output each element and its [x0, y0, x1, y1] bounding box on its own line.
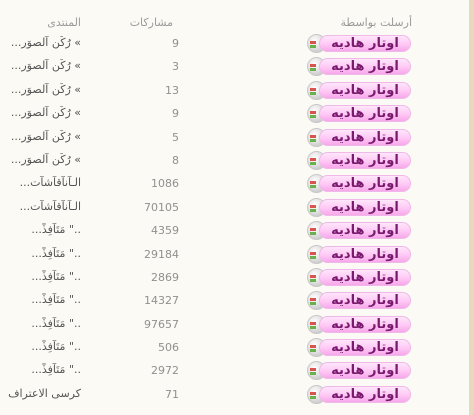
sender-link[interactable]: اوتار هاديه: [319, 151, 411, 169]
forum-link[interactable]: .." مَتَآفِذْ...: [0, 293, 81, 306]
posts-count: 9: [172, 37, 179, 50]
table-row: اوتار هاديه 97657 .." مَتَآفِذْ...: [0, 312, 469, 335]
sender-link[interactable]: اوتار هاديه: [319, 35, 411, 52]
forum-link[interactable]: .." مَتَآفِذْ...: [0, 363, 81, 376]
forum-link[interactable]: » رُكْن آلصوَر...: [0, 36, 81, 49]
posts-list: اوتار هاديه 9 » رُكْن آلصوَر... اوتار ها…: [0, 31, 469, 405]
table-row: اوتار هاديه 4359 .." مَتَآفِذْ...: [0, 218, 469, 241]
posts-count: 71: [165, 387, 179, 401]
sender-link[interactable]: اوتار هاديه: [319, 245, 411, 263]
table-row: اوتار هاديه 1086 الـآنآقآشآت...: [0, 171, 469, 194]
table-row: اوتار هاديه 14327 .." مَتَآفِذْ...: [0, 288, 469, 311]
forum-link[interactable]: .." مَتَآفِذْ...: [0, 247, 81, 260]
forum-link[interactable]: » رُكْن آلصوَر...: [0, 130, 81, 143]
forum-link[interactable]: .." مَتَآفِذْ...: [0, 317, 81, 330]
posts-count: 70105: [144, 200, 179, 214]
posts-count: 13: [165, 83, 179, 97]
sender-link[interactable]: اوتار هاديه: [319, 362, 411, 380]
posts-count: 29184: [144, 247, 179, 261]
posts-count: 4359: [151, 224, 179, 238]
posts-count: 97657: [144, 317, 179, 331]
forum-link[interactable]: .." مَتَآفِذْ...: [0, 223, 81, 236]
sender-link[interactable]: اوتار هاديه: [319, 222, 411, 240]
posts-count: 2869: [151, 270, 179, 284]
header-sender: أرسلت بواسطة: [340, 16, 412, 29]
posts-count: 5: [172, 130, 179, 144]
table-row: اوتار هاديه 5 » رُكْن آلصوَر...: [0, 125, 469, 148]
table-row: اوتار هاديه 506 .." مَتَآفِذْ...: [0, 335, 469, 358]
forum-link[interactable]: .." مَتَآفِذْ...: [0, 340, 81, 353]
forum-link[interactable]: الـآنآقآشآت...: [0, 176, 81, 189]
posts-count: 1086: [151, 177, 179, 191]
page-edge-border: [469, 0, 474, 415]
posts-count: 8: [172, 153, 179, 167]
table-row: اوتار هاديه 3 » رُكْن آلصوَر...: [0, 54, 469, 77]
recent-posts-panel: أرسلت بواسطة مشاركات المنتدى اوتار هاديه…: [0, 0, 469, 415]
table-row: اوتار هاديه 71 كرسى الاعتراف: [0, 382, 469, 405]
table-row: اوتار هاديه 8 » رُكْن آلصوَر...: [0, 148, 469, 171]
sender-link[interactable]: اوتار هاديه: [319, 339, 411, 357]
forum-link[interactable]: كرسى الاعتراف: [0, 387, 81, 400]
sender-link[interactable]: اوتار هاديه: [319, 198, 411, 216]
table-row: اوتار هاديه 29184 .." مَتَآفِذْ...: [0, 242, 469, 265]
sender-link[interactable]: اوتار هاديه: [319, 128, 411, 146]
sender-link[interactable]: اوتار هاديه: [319, 58, 411, 76]
posts-count: 2972: [151, 364, 179, 378]
sender-link[interactable]: اوتار هاديه: [319, 81, 411, 99]
forum-link[interactable]: » رُكْن آلصوَر...: [0, 83, 81, 96]
header-posts: مشاركات: [129, 16, 173, 29]
table-header: أرسلت بواسطة مشاركات المنتدى: [0, 0, 469, 32]
posts-count: 3: [172, 60, 179, 74]
posts-count: 506: [158, 341, 179, 355]
sender-link[interactable]: اوتار هاديه: [319, 268, 411, 286]
table-row: اوتار هاديه 9 » رُكْن آلصوَر...: [0, 101, 469, 124]
forum-link[interactable]: .." مَتَآفِذْ...: [0, 270, 81, 283]
table-row: اوتار هاديه 2869 .." مَتَآفِذْ...: [0, 265, 469, 288]
sender-link[interactable]: اوتار هاديه: [319, 385, 411, 403]
table-row: اوتار هاديه 70105 الـآنآقآشآت...: [0, 195, 469, 218]
forum-link[interactable]: الـآنآقآشآت...: [0, 200, 81, 213]
sender-link[interactable]: اوتار هاديه: [319, 315, 411, 333]
forum-link[interactable]: » رُكْن آلصوَر...: [0, 106, 81, 119]
forum-link[interactable]: » رُكْن آلصوَر...: [0, 59, 81, 72]
header-forum: المنتدى: [47, 16, 81, 29]
sender-link[interactable]: اوتار هاديه: [319, 175, 411, 193]
table-row: اوتار هاديه 9 » رُكْن آلصوَر...: [0, 31, 469, 54]
posts-count: 14327: [144, 294, 179, 308]
sender-link[interactable]: اوتار هاديه: [319, 292, 411, 310]
posts-count: 9: [172, 107, 179, 121]
table-row: اوتار هاديه 13 » رُكْن آلصوَر...: [0, 78, 469, 101]
forum-link[interactable]: » رُكْن آلصوَر...: [0, 153, 81, 166]
sender-link[interactable]: اوتار هاديه: [319, 105, 411, 123]
table-row: اوتار هاديه 2972 .." مَتَآفِذْ...: [0, 358, 469, 381]
